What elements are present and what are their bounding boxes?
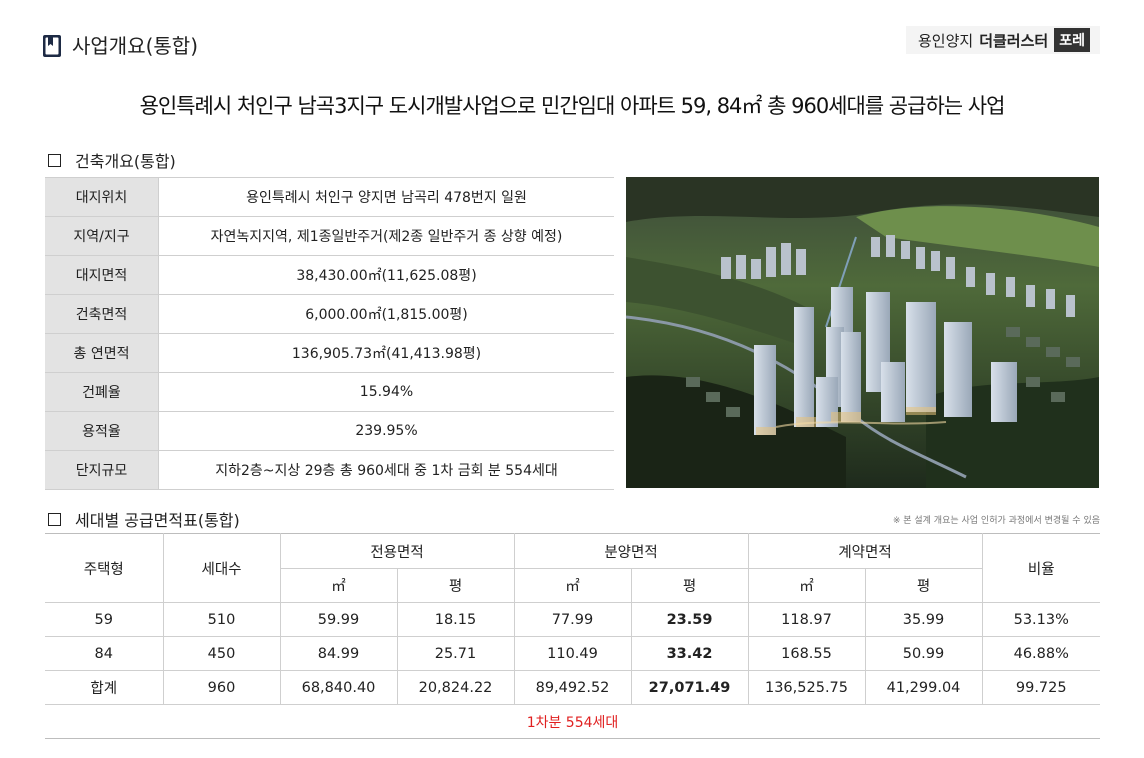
page-title: 사업개요(통합) <box>72 34 199 58</box>
brand-logo: 용인양지 더클러스터 포레 <box>906 26 1100 54</box>
cell-sale-sqm: 77.99 <box>513 602 632 637</box>
cell-con-py: 50.99 <box>864 636 983 671</box>
row-label: 총 연면적 <box>45 333 159 373</box>
cell-ratio: 53.13% <box>981 602 1100 637</box>
table-row: 건폐율 15.94% <box>45 372 614 412</box>
cell-ex-py: 25.71 <box>396 636 515 671</box>
cell-sale-sqm: 89,492.52 <box>513 670 632 705</box>
row-label: 지역/지구 <box>45 216 159 256</box>
cell-ex-py: 18.15 <box>396 602 515 637</box>
row-value: 자연녹지지역, 제1종일반주거(제2종 일반주거 종 상향 예정) <box>158 216 614 256</box>
header-contract: 계약면적 <box>747 533 983 569</box>
header-ratio: 비율 <box>981 533 1100 603</box>
row-label: 용적율 <box>45 411 159 451</box>
first-phase-note: 1차분 554세대 <box>45 704 1100 739</box>
cell-ex-sqm: 59.99 <box>279 602 398 637</box>
table-row-total: 합계 960 68,840.40 20,824.22 89,492.52 27,… <box>45 670 1100 705</box>
cell-sale-py: 23.59 <box>630 602 749 637</box>
row-label: 대지면적 <box>45 255 159 295</box>
cell-con-sqm: 168.55 <box>747 636 866 671</box>
supply-area-title: 세대별 공급면적표(통합) <box>48 507 240 531</box>
cell-units: 450 <box>162 636 281 671</box>
table-row: 단지규모 지하2층~지상 29층 총 960세대 중 1차 금회 분 554세대 <box>45 450 614 490</box>
section-label: 세대별 공급면적표(통합) <box>75 511 240 530</box>
building-overview-table: 대지위치 용인특례시 처인구 양지면 남곡리 478번지 일원 지역/지구 자연녹지… <box>45 177 614 490</box>
brand-part-3: 포레 <box>1054 28 1090 52</box>
brand-part-1: 용인양지 <box>918 31 974 50</box>
cell-units: 510 <box>162 602 281 637</box>
table-row: 지역/지구 자연녹지지역, 제1종일반주거(제2종 일반주거 종 상향 예정) <box>45 216 614 256</box>
cell-con-sqm: 136,525.75 <box>747 670 866 705</box>
subheader-sqm: ㎡ <box>280 568 398 603</box>
cell-units: 960 <box>162 670 281 705</box>
cell-ratio: 99.725 <box>981 670 1100 705</box>
cell-ex-sqm: 68,840.40 <box>279 670 398 705</box>
row-value: 136,905.73㎡(41,413.98평) <box>158 333 614 373</box>
table-row: 59 510 59.99 18.15 77.99 23.59 118.97 35… <box>45 602 1100 637</box>
subheader-sqm: ㎡ <box>513 568 632 603</box>
checkbox-square-icon <box>48 512 61 526</box>
row-value: 15.94% <box>158 372 614 412</box>
section-label: 건축개요(통합) <box>75 152 176 171</box>
cell-con-sqm: 118.97 <box>747 602 866 637</box>
table-row: 대지위치 용인특례시 처인구 양지면 남곡리 478번지 일원 <box>45 177 614 217</box>
row-label: 대지위치 <box>45 177 159 217</box>
cell-type: 합계 <box>45 670 164 705</box>
brand-part-2: 더클러스터 <box>979 31 1049 50</box>
cell-type: 84 <box>45 636 164 671</box>
row-label: 건축면적 <box>45 294 159 334</box>
row-label: 건폐율 <box>45 372 159 412</box>
cell-con-py: 41,299.04 <box>864 670 983 705</box>
header-units: 세대수 <box>162 533 281 603</box>
header-row: 주택형 세대수 전용면적 분양면적 계약면적 비율 <box>45 533 1100 603</box>
header-exclusive: 전용면적 <box>279 533 515 569</box>
header-type: 주택형 <box>45 533 164 603</box>
subheader-pyeong: 평 <box>630 568 749 603</box>
cell-type: 59 <box>45 602 164 637</box>
cell-sale-sqm: 110.49 <box>513 636 632 671</box>
cell-sale-py: 27,071.49 <box>630 670 749 705</box>
cell-ex-sqm: 84.99 <box>279 636 398 671</box>
subheader-sqm: ㎡ <box>747 568 866 603</box>
footer-row: 1차분 554세대 <box>45 704 1100 739</box>
row-value: 지하2층~지상 29층 총 960세대 중 1차 금회 분 554세대 <box>158 450 614 490</box>
header-sale: 분양면적 <box>513 533 749 569</box>
bookmark-book-icon <box>42 34 62 58</box>
subheader-pyeong: 평 <box>396 568 515 603</box>
aerial-complex-image <box>626 177 1099 488</box>
row-value: 6,000.00㎡(1,815.00평) <box>158 294 614 334</box>
row-label: 단지규모 <box>45 450 159 490</box>
cell-sale-py: 33.42 <box>630 636 749 671</box>
cell-con-py: 35.99 <box>864 602 983 637</box>
table-row: 건축면적 6,000.00㎡(1,815.00평) <box>45 294 614 334</box>
project-headline: 용인특례시 처인구 남곡3지구 도시개발사업으로 민간임대 아파트 59, 84… <box>139 94 1006 118</box>
table-row: 용적율 239.95% <box>45 411 614 451</box>
table-row: 총 연면적 136,905.73㎡(41,413.98평) <box>45 333 614 373</box>
disclaimer-note: ※ 본 설계 개요는 사업 인허가 과정에서 변경될 수 있음 <box>892 516 1100 526</box>
row-value: 38,430.00㎡(11,625.08평) <box>158 255 614 295</box>
row-value: 239.95% <box>158 411 614 451</box>
cell-ratio: 46.88% <box>981 636 1100 671</box>
row-value: 용인특례시 처인구 양지면 남곡리 478번지 일원 <box>158 177 614 217</box>
table-row: 84 450 84.99 25.71 110.49 33.42 168.55 5… <box>45 636 1100 671</box>
supply-area-table: 주택형 세대수 전용면적 분양면적 계약면적 비율 ㎡ 평 ㎡ 평 ㎡ 평 59… <box>45 533 1100 739</box>
cell-ex-py: 20,824.22 <box>396 670 515 705</box>
checkbox-square-icon <box>48 153 61 167</box>
subheader-pyeong: 평 <box>864 568 982 603</box>
building-overview-title: 건축개요(통합) <box>48 148 176 172</box>
table-row: 대지면적 38,430.00㎡(11,625.08평) <box>45 255 614 295</box>
